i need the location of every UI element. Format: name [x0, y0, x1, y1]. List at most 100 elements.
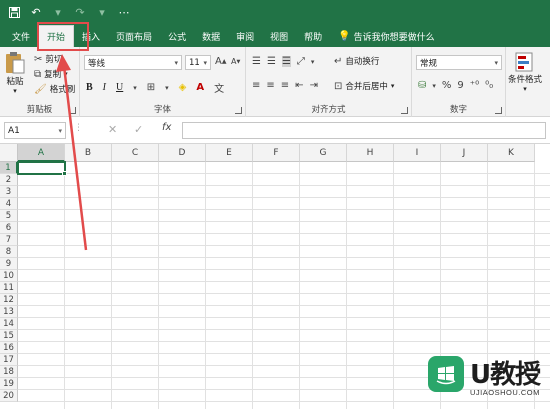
- comma-button[interactable]: 9: [457, 80, 463, 91]
- column-header-h[interactable]: H: [347, 144, 394, 162]
- currency-icon[interactable]: ⛁: [418, 80, 426, 91]
- font-size-select[interactable]: 11 ▾: [185, 55, 211, 70]
- dialog-launcher-icon[interactable]: [495, 107, 502, 114]
- column-header-f[interactable]: F: [253, 144, 300, 162]
- number-format-select[interactable]: 常规 ▾: [416, 55, 502, 70]
- format-painter-button[interactable]: 🖌 格式刷: [34, 83, 75, 96]
- tab-page-layout[interactable]: 页面布局: [108, 25, 160, 47]
- increase-font-icon[interactable]: A ▲: [215, 56, 226, 67]
- align-center-icon[interactable]: ≡: [266, 80, 274, 91]
- tab-data[interactable]: 数据: [194, 25, 228, 47]
- row-header-10[interactable]: 10: [0, 270, 18, 282]
- column-header-c[interactable]: C: [112, 144, 159, 162]
- undo-icon[interactable]: ↶: [28, 4, 44, 20]
- name-box[interactable]: A1 ▾: [4, 122, 66, 139]
- borders-icon[interactable]: ⊞: [147, 82, 155, 93]
- row-header-13[interactable]: 13: [0, 306, 18, 318]
- fill-handle[interactable]: [62, 171, 67, 176]
- row-header-5[interactable]: 5: [0, 210, 18, 222]
- orientation-icon[interactable]: ⤢: [297, 56, 305, 67]
- row-header-12[interactable]: 12: [0, 294, 18, 306]
- group-label: 字体: [153, 105, 171, 115]
- row-header-19[interactable]: 19: [0, 378, 18, 390]
- save-icon[interactable]: [6, 4, 22, 20]
- decrease-font-icon[interactable]: A ▼: [231, 57, 240, 66]
- row-header-14[interactable]: 14: [0, 318, 18, 330]
- merge-center-button[interactable]: ⊡ 合并后居中 ▾: [334, 80, 394, 93]
- wrap-text-button[interactable]: ↵ 自动换行: [334, 55, 379, 68]
- tell-me-search[interactable]: 💡 告诉我你想要做什么: [330, 25, 442, 47]
- row-header-11[interactable]: 11: [0, 282, 18, 294]
- row-header-20[interactable]: 20: [0, 390, 18, 402]
- enter-icon[interactable]: ✓: [134, 123, 143, 136]
- row-header-15[interactable]: 15: [0, 330, 18, 342]
- align-middle-icon[interactable]: ☰: [267, 56, 276, 67]
- column-header-i[interactable]: I: [394, 144, 441, 162]
- column-header-d[interactable]: D: [159, 144, 206, 162]
- gridline: [18, 209, 550, 210]
- tab-file[interactable]: 文件: [4, 25, 38, 47]
- conditional-formatting-button[interactable]: 条件格式 ▾: [508, 51, 542, 93]
- tab-help[interactable]: 帮助: [296, 25, 330, 47]
- font-color-icon[interactable]: A: [196, 82, 204, 93]
- row-header-2[interactable]: 2: [0, 174, 18, 186]
- dropdown-icon[interactable]: ▾: [50, 4, 66, 20]
- formula-input[interactable]: [182, 122, 546, 139]
- dialog-launcher-icon[interactable]: [401, 107, 408, 114]
- column-header-j[interactable]: J: [441, 144, 488, 162]
- column-header-a[interactable]: A: [18, 144, 65, 162]
- tab-formulas[interactable]: 公式: [160, 25, 194, 47]
- phonetic-icon[interactable]: 文: [214, 80, 224, 95]
- column-header-e[interactable]: E: [206, 144, 253, 162]
- dropdown-icon[interactable]: ▾: [133, 84, 137, 92]
- row-header-8[interactable]: 8: [0, 246, 18, 258]
- align-right-icon[interactable]: ≡: [281, 80, 289, 91]
- copy-button[interactable]: ⧉ 复制 ▾: [34, 68, 68, 81]
- decrease-indent-icon[interactable]: ⇤: [295, 80, 303, 91]
- tab-review[interactable]: 审阅: [228, 25, 262, 47]
- increase-indent-icon[interactable]: ⇥: [310, 80, 318, 91]
- decrease-decimal-icon[interactable]: ⁰₀: [485, 80, 493, 91]
- align-left-icon[interactable]: ≡: [252, 80, 260, 91]
- row-header-18[interactable]: 18: [0, 366, 18, 378]
- italic-button[interactable]: I: [103, 82, 106, 93]
- align-top-icon[interactable]: ☰: [252, 56, 261, 67]
- paste-button[interactable]: 粘贴 ▾: [4, 51, 26, 95]
- row-header-7[interactable]: 7: [0, 234, 18, 246]
- underline-button[interactable]: U: [116, 82, 123, 93]
- font-name-select[interactable]: 等线 ▾: [84, 55, 182, 70]
- align-bottom-icon[interactable]: ☰: [281, 56, 291, 67]
- insert-function-button[interactable]: fx: [162, 122, 171, 133]
- increase-decimal-icon[interactable]: ⁺⁰: [470, 80, 479, 91]
- cut-button[interactable]: ✂ 剪切: [34, 53, 62, 66]
- row-header-17[interactable]: 17: [0, 354, 18, 366]
- gridline: [18, 305, 550, 306]
- column-header-k[interactable]: K: [488, 144, 535, 162]
- row-header-3[interactable]: 3: [0, 186, 18, 198]
- tab-view[interactable]: 视图: [262, 25, 296, 47]
- fill-color-icon[interactable]: ◈: [179, 82, 187, 93]
- active-cell[interactable]: [17, 161, 66, 175]
- dialog-launcher-icon[interactable]: [69, 107, 76, 114]
- bold-button[interactable]: B: [86, 82, 93, 93]
- more-icon[interactable]: ⋮: [74, 123, 83, 133]
- dropdown-icon[interactable]: ▾: [432, 82, 436, 90]
- tell-me-label: 告诉我你想要做什么: [353, 32, 435, 43]
- cancel-icon[interactable]: ✕: [108, 123, 117, 136]
- customize-qat-icon[interactable]: ⋯: [116, 4, 132, 20]
- row-header-6[interactable]: 6: [0, 222, 18, 234]
- select-all-corner[interactable]: [0, 144, 18, 162]
- copy-icon: ⧉: [34, 68, 42, 80]
- row-header-9[interactable]: 9: [0, 258, 18, 270]
- row-header-4[interactable]: 4: [0, 198, 18, 210]
- row-header-16[interactable]: 16: [0, 342, 18, 354]
- dropdown-icon[interactable]: ▾: [311, 58, 315, 66]
- dropdown-icon[interactable]: ▾: [94, 4, 110, 20]
- redo-icon[interactable]: ↷: [72, 4, 88, 20]
- column-header-b[interactable]: B: [65, 144, 112, 162]
- percent-button[interactable]: %: [442, 80, 452, 91]
- dialog-launcher-icon[interactable]: [235, 107, 242, 114]
- row-header-1[interactable]: 1: [0, 162, 18, 174]
- dropdown-icon[interactable]: ▾: [165, 84, 169, 92]
- column-header-g[interactable]: G: [300, 144, 347, 162]
